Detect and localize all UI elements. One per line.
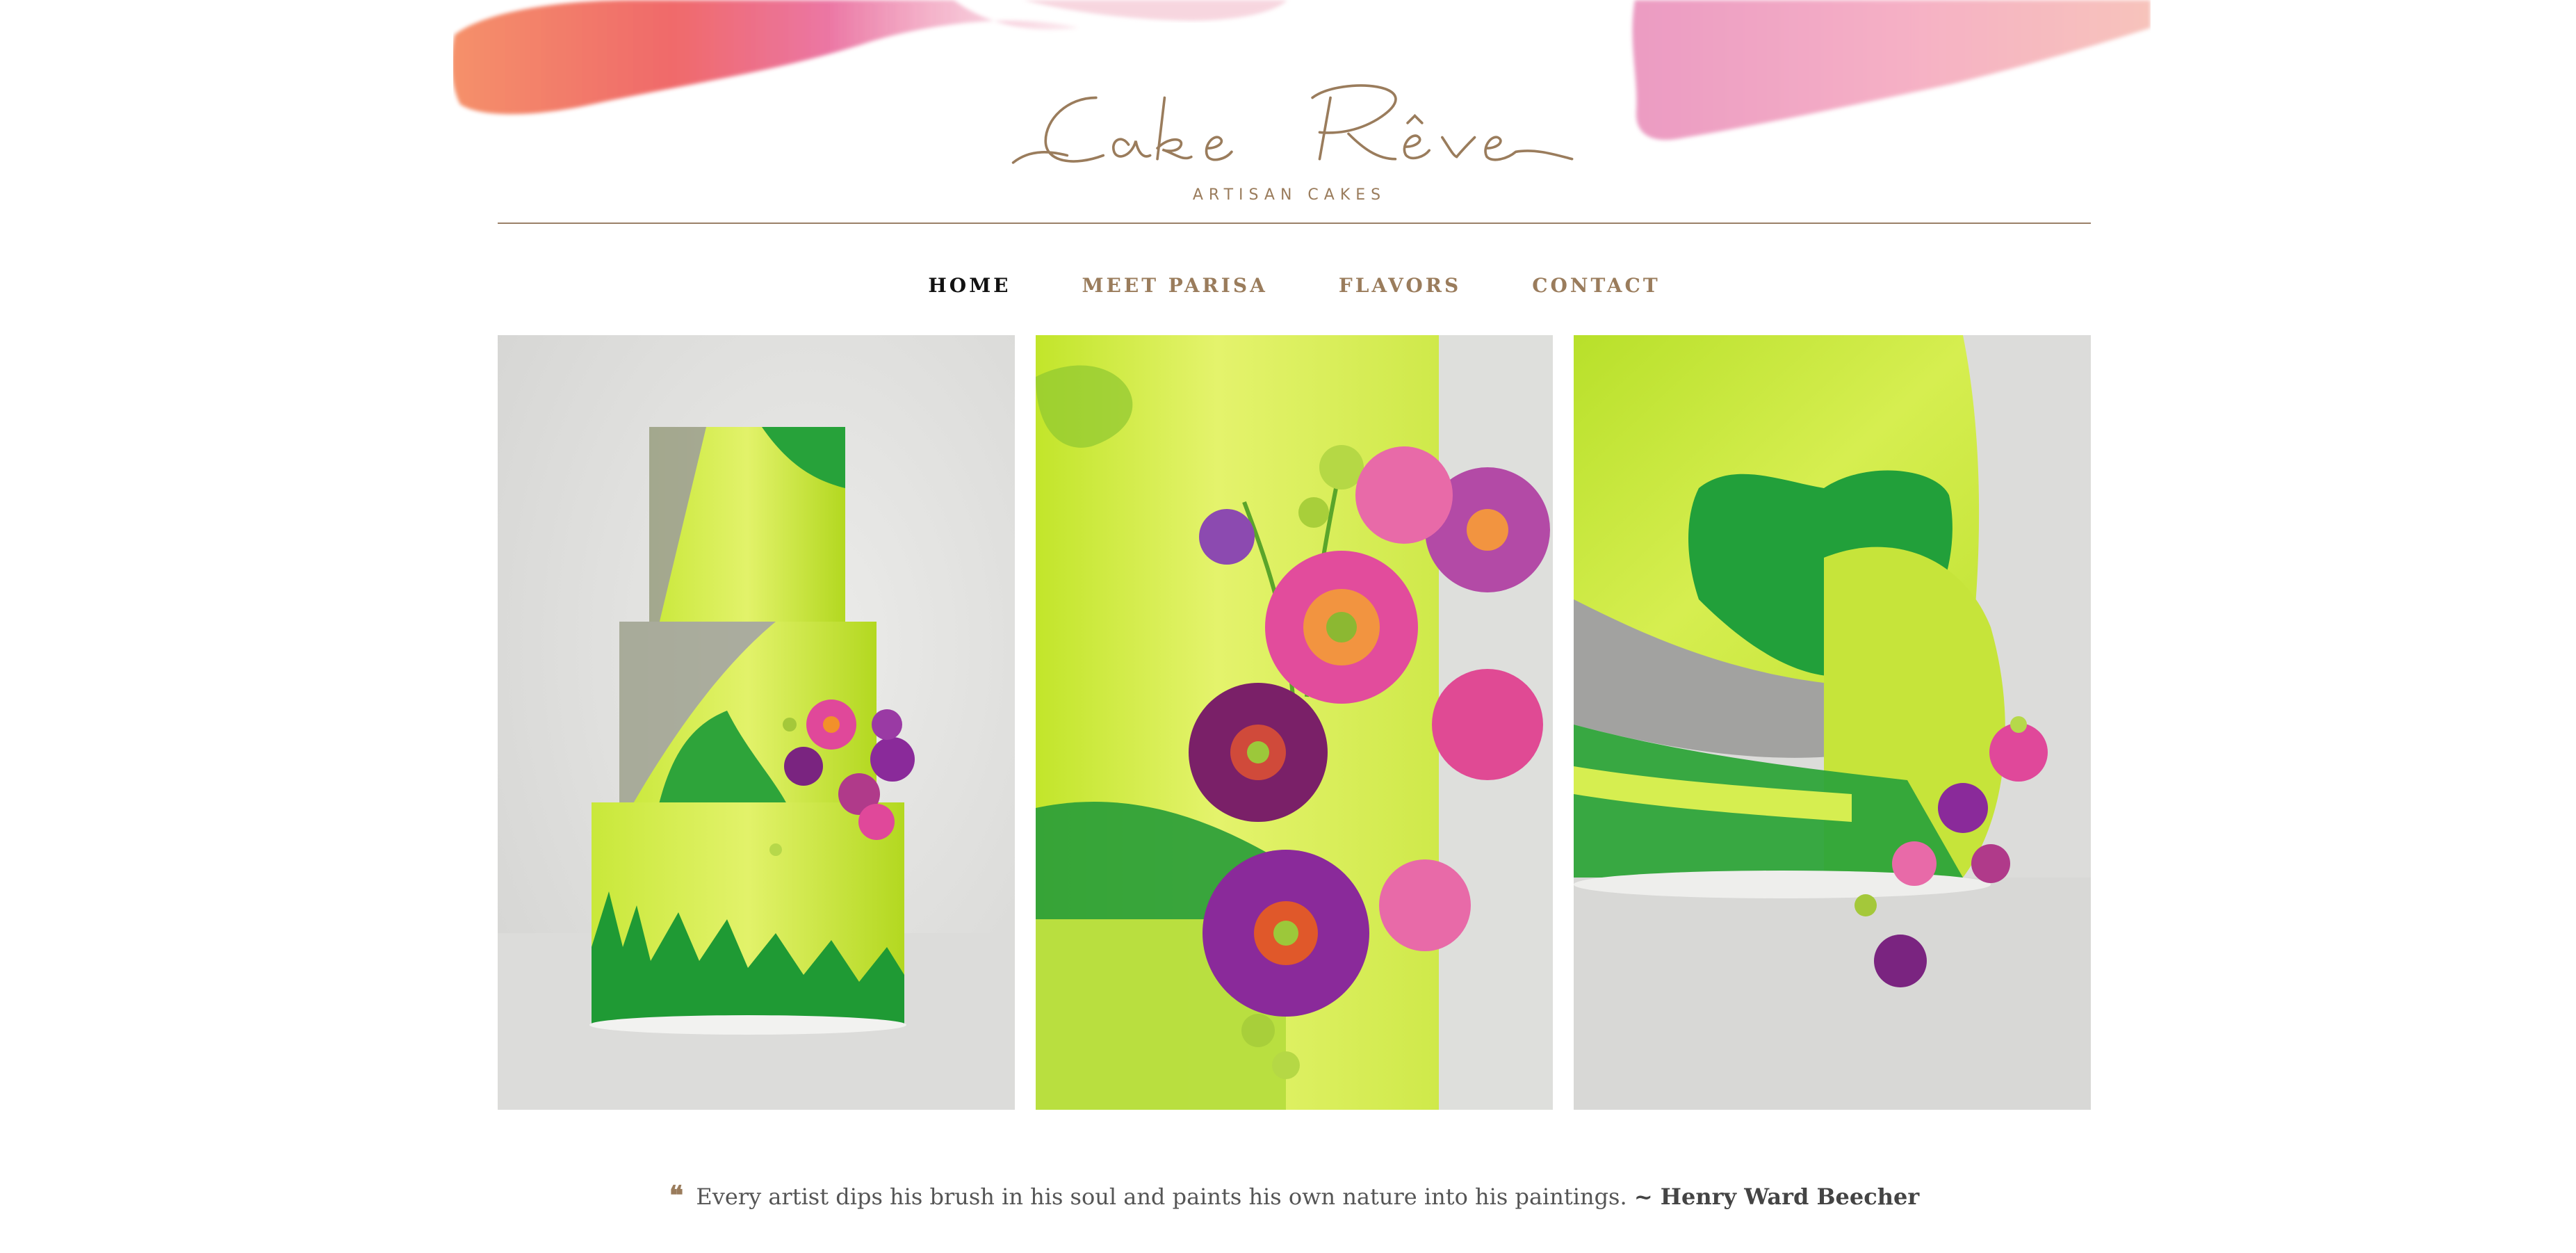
page: ARTISAN CAKES HOME MEET PARISA FLAVORS C…	[0, 0, 2576, 1253]
quote-text: Every artist dips his brush in his soul …	[696, 1183, 1627, 1210]
gallery-photo-3[interactable]	[1574, 335, 2091, 1110]
nav-item-flavors[interactable]: FLAVORS	[1339, 274, 1461, 297]
main-nav: HOME MEET PARISA FLAVORS CONTACT	[498, 264, 2091, 306]
cake-topdown-image	[1574, 335, 2091, 1110]
flowers-closeup-image	[1036, 335, 1553, 1110]
cake-full-image	[498, 335, 1015, 1110]
nav-item-meet-parisa[interactable]: MEET PARISA	[1082, 274, 1268, 297]
gallery-photo-2[interactable]	[1036, 335, 1553, 1110]
header-divider	[498, 223, 2091, 224]
nav-item-contact[interactable]: CONTACT	[1532, 274, 1660, 297]
gallery-photo-1[interactable]	[498, 335, 1015, 1110]
quote: ❝ Every artist dips his brush in his sou…	[498, 1179, 2091, 1211]
photo-gallery	[498, 335, 2091, 1110]
nav-item-home[interactable]: HOME	[928, 274, 1011, 297]
quote-icon: ❝	[669, 1179, 684, 1211]
brand-logo[interactable]	[1002, 64, 1579, 189]
brand-tagline: ARTISAN CAKES	[1192, 186, 1387, 204]
quote-author: ~ Henry Ward Beecher	[1633, 1183, 1920, 1210]
